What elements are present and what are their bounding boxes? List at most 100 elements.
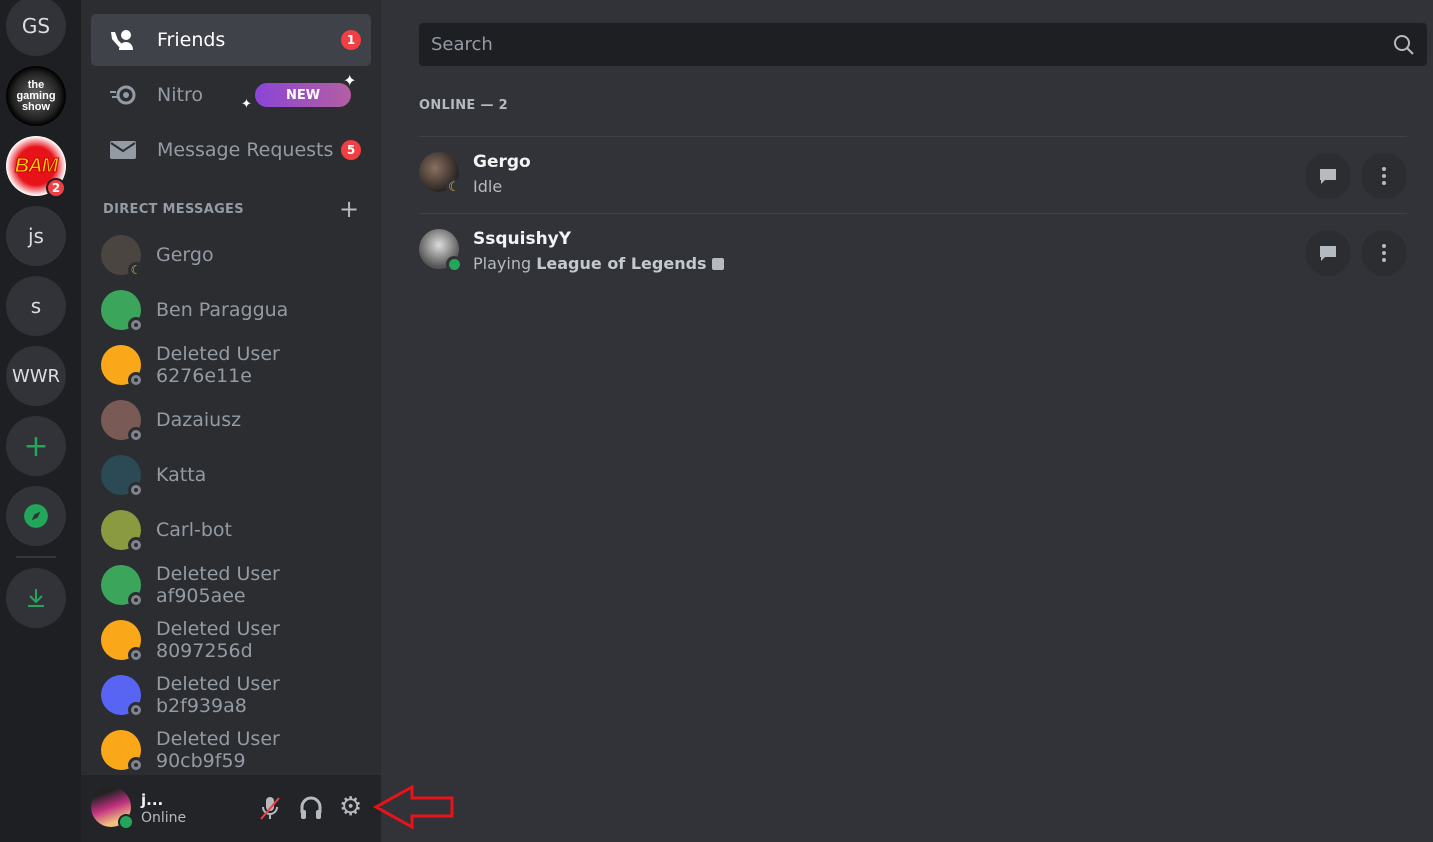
download-icon (28, 589, 44, 607)
offline-status-icon (128, 317, 144, 333)
dm-item[interactable]: Deleted User 90cb9f59 (91, 725, 371, 775)
dm-item[interactable]: Ben Paraggua (91, 285, 371, 335)
server-logo-text: BAM (14, 154, 59, 177)
mute-button[interactable] (258, 795, 282, 825)
dm-name: Deleted User af905aee (156, 563, 280, 607)
dm-item[interactable]: Deleted User af905aee (91, 560, 371, 610)
game-name: League of Legends (536, 254, 707, 273)
friend-status: Playing League of Legends (473, 254, 724, 273)
friends-icon (107, 28, 139, 52)
headphones-icon (300, 796, 322, 819)
chat-bubble-icon (1320, 169, 1336, 184)
dm-name: Deleted User 8097256d (156, 618, 280, 662)
create-dm-button[interactable]: + (339, 195, 359, 223)
rail-divider (16, 556, 56, 558)
dm-item[interactable]: Carl-bot (91, 505, 371, 555)
offline-status-icon (128, 592, 144, 608)
server-the-gaming-show[interactable]: the gaming show (6, 66, 66, 126)
idle-moon-icon: ☾ (128, 262, 144, 278)
chat-bubble-icon (1320, 246, 1336, 261)
new-badge: NEW (255, 83, 351, 107)
dm-name: Ben Paraggua (156, 299, 289, 321)
dm-item[interactable]: Dazaiusz (91, 395, 371, 445)
more-vertical-icon (1382, 244, 1386, 262)
avatar (101, 675, 144, 718)
download-apps-button[interactable] (6, 568, 66, 628)
more-vertical-icon (1382, 167, 1386, 185)
offline-status-icon (128, 372, 144, 388)
avatar (419, 229, 462, 272)
server-gs[interactable]: GS (6, 0, 66, 56)
rich-presence-icon (711, 258, 724, 270)
dm-item[interactable]: Katta (91, 450, 371, 500)
avatar (101, 455, 144, 498)
message-button[interactable] (1305, 153, 1351, 199)
dm-item[interactable]: Deleted User 8097256d (91, 615, 371, 665)
deafen-button[interactable] (299, 795, 323, 825)
gear-icon: ⚙ (339, 792, 363, 822)
user-avatar[interactable] (91, 787, 134, 830)
more-button[interactable] (1361, 153, 1407, 199)
online-status-icon (446, 256, 462, 272)
dm-name: Deleted User 6276e11e (156, 343, 280, 387)
sparkle-icon: ✦ (241, 97, 252, 112)
server-bam[interactable]: BAM 2 (6, 136, 66, 198)
compass-icon (24, 504, 48, 528)
dm-item[interactable]: Deleted User 6276e11e (91, 340, 371, 390)
offline-status-icon (128, 482, 144, 498)
nav-friends[interactable]: Friends 1 (91, 14, 371, 66)
avatar: ☾ (419, 152, 462, 195)
dm-name: Deleted User 90cb9f59 (156, 728, 280, 772)
nav-nitro[interactable]: Nitro NEW ✦ ✦ (91, 69, 371, 121)
offline-status-icon (128, 647, 144, 663)
avatar (101, 565, 144, 608)
avatar (101, 730, 144, 773)
server-rail: GS the gaming show BAM 2 js s WWR + (0, 0, 81, 842)
dm-header: DIRECT MESSAGES (103, 202, 244, 217)
friend-row[interactable]: ☾ Gergo Idle (419, 136, 1407, 213)
dm-item[interactable]: Deleted User b2f939a8 (91, 670, 371, 720)
search-icon (1394, 34, 1414, 55)
user-name[interactable]: j... (141, 791, 163, 809)
explore-servers-button[interactable] (6, 486, 66, 546)
user-settings-button[interactable]: ⚙ (339, 792, 363, 822)
offline-status-icon (128, 702, 144, 718)
user-status: Online (141, 810, 187, 826)
message-button[interactable] (1305, 230, 1351, 276)
dm-name: Dazaiusz (156, 409, 242, 431)
envelope-icon (107, 141, 139, 159)
friends-badge: 1 (341, 30, 361, 50)
friend-status: Idle (473, 177, 503, 196)
dm-name: Gergo (156, 244, 214, 266)
search-input[interactable]: Search (419, 23, 1427, 66)
friend-name: SsquishyY (473, 229, 572, 249)
nitro-icon (107, 84, 139, 106)
idle-moon-icon: ☾ (446, 179, 462, 195)
offline-status-icon (128, 427, 144, 443)
dm-item[interactable]: ☾ Gergo (91, 230, 371, 280)
avatar (101, 290, 144, 333)
offline-status-icon (128, 537, 144, 553)
more-button[interactable] (1361, 230, 1407, 276)
server-logo-text: the gaming show (16, 78, 56, 113)
avatar (101, 620, 144, 663)
user-panel: j... Online ⚙ (81, 775, 381, 842)
dm-name: Katta (156, 464, 207, 486)
avatar (101, 400, 144, 443)
friend-name: Gergo (473, 152, 531, 172)
server-js[interactable]: js (6, 206, 66, 266)
message-requests-badge: 5 (341, 140, 361, 160)
friend-row[interactable]: SsquishyY Playing League of Legends (419, 213, 1407, 290)
server-s[interactable]: s (6, 276, 66, 336)
avatar (101, 345, 144, 388)
dm-name: Deleted User b2f939a8 (156, 673, 280, 717)
nav-message-requests[interactable]: Message Requests 5 (91, 124, 371, 176)
dm-name: Carl-bot (156, 519, 232, 541)
plus-icon: + (23, 428, 49, 464)
annotation-arrow (372, 784, 454, 830)
offline-status-icon (128, 757, 144, 773)
add-server-button[interactable]: + (6, 416, 66, 476)
sparkle-icon: ✦ (343, 71, 357, 90)
server-wwr[interactable]: WWR (6, 346, 66, 406)
online-status-icon (118, 814, 134, 830)
